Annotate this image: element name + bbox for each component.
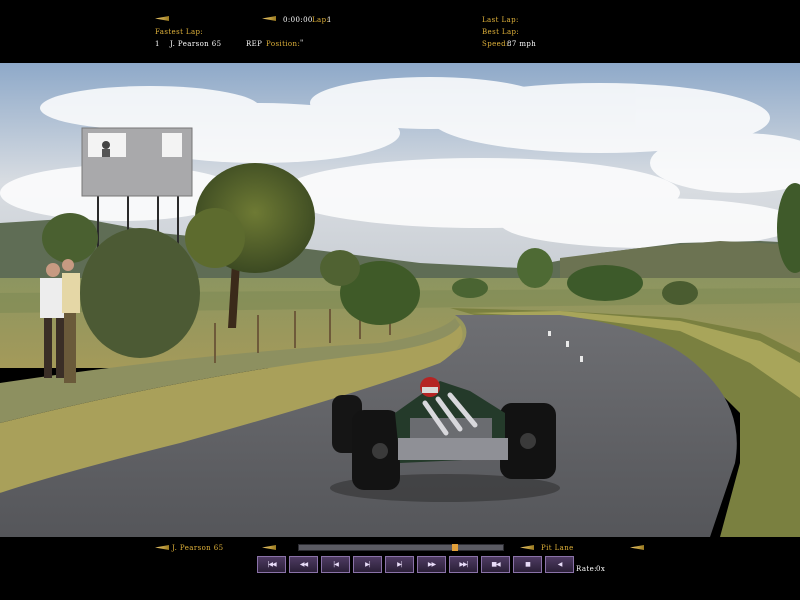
pennant-icon <box>262 545 276 550</box>
replay-controls: |◀◀ ◀◀ |◀ ▶| ▶| ▶▶ ▶▶| ■◀ ■ ◀ <box>257 556 574 573</box>
replay-mode: REP <box>246 40 263 48</box>
camera-label: Pit Lane <box>541 544 574 552</box>
position-value: " <box>300 39 304 47</box>
lap-value: 1 <box>327 16 332 24</box>
record-button[interactable]: ■ <box>513 556 542 573</box>
top-hud-bar: 0:00:00 Lap: 1 Fastest Lap: 1 J. Pearson… <box>0 0 800 63</box>
fastest-lap-label: Fastest Lap: <box>155 28 204 36</box>
progress-handle[interactable] <box>452 544 458 551</box>
best-lap-label: Best Lap: <box>482 28 520 36</box>
play-pause-button[interactable]: ▶| <box>353 556 382 573</box>
fast-forward-button[interactable]: ▶▶| <box>449 556 478 573</box>
fast-rewind-button[interactable]: ◀◀ <box>289 556 318 573</box>
camera-button[interactable]: ◀ <box>545 556 574 573</box>
play-button[interactable]: ▶▶ <box>417 556 446 573</box>
lap-time: 0:00:00 <box>283 16 313 24</box>
skip-end-button[interactable]: ■◀ <box>481 556 510 573</box>
rate-value: 0x <box>596 565 606 573</box>
skip-start-button[interactable]: |◀◀ <box>257 556 286 573</box>
speed-label: Speed: <box>482 40 509 48</box>
pennant-icon <box>630 545 644 550</box>
position-label: Position: <box>266 40 301 48</box>
fastest-lap-driver: J. Pearson 65 <box>170 40 222 48</box>
last-lap-label: Last Lap: <box>482 16 519 24</box>
rate-label: Rate: <box>576 565 597 573</box>
step-back-button[interactable]: |◀ <box>321 556 350 573</box>
fastest-lap-position: 1 <box>155 40 160 48</box>
pennant-icon <box>155 545 169 550</box>
pennant-icon <box>262 16 276 21</box>
pennant-icon <box>520 545 534 550</box>
pennant-icon <box>155 16 169 21</box>
replay-driver: J. Pearson 65 <box>172 544 224 552</box>
speed-value: 87 mph <box>507 40 537 48</box>
race-scene <box>0 63 800 537</box>
step-forward-button[interactable]: ▶| <box>385 556 414 573</box>
replay-progress-bar[interactable] <box>298 544 504 551</box>
